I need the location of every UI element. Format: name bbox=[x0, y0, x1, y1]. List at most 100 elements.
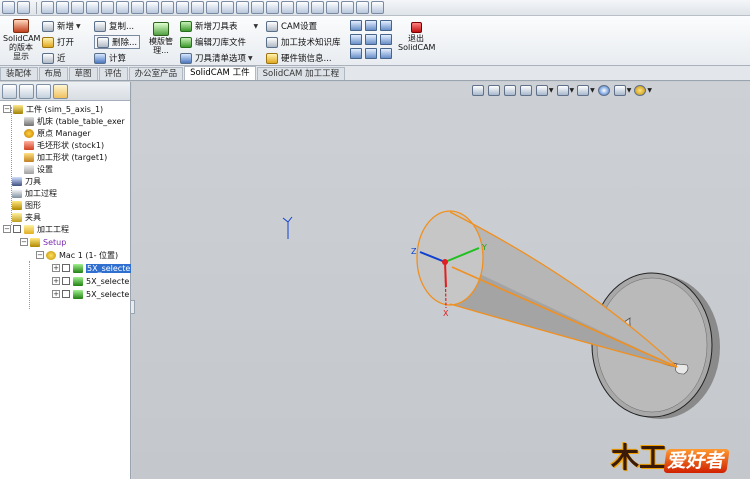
view-icon-6[interactable] bbox=[380, 34, 392, 45]
sketch-icon[interactable] bbox=[17, 1, 30, 14]
view-icon-4[interactable] bbox=[350, 34, 362, 45]
tree-node-origin[interactable]: 原点 Manager bbox=[24, 127, 91, 139]
expand-icon[interactable]: + bbox=[52, 290, 60, 298]
tab-office-products[interactable]: 办公室产品 bbox=[128, 67, 184, 80]
hardware-lock-button[interactable]: 硬件锁信息... bbox=[266, 52, 332, 64]
checkbox[interactable] bbox=[62, 290, 70, 298]
template-label-2: 理... bbox=[153, 46, 169, 55]
view-icon-1[interactable] bbox=[350, 20, 362, 31]
solidcam-icon bbox=[13, 19, 29, 33]
view-icon-2[interactable] bbox=[365, 20, 377, 31]
tool-list-options-button[interactable]: 刀具清单选项 ▼ bbox=[180, 52, 253, 64]
tree-node-machine[interactable]: 机床 (table_table_exer bbox=[24, 115, 125, 127]
tree-node-op-2[interactable]: + 5X_selecte bbox=[52, 275, 129, 287]
tool-icon-21[interactable] bbox=[341, 1, 354, 14]
tab-layout[interactable]: 布局 bbox=[38, 67, 68, 80]
tool-icon-20[interactable] bbox=[326, 1, 339, 14]
tool-icon-5[interactable] bbox=[101, 1, 114, 14]
tab-evaluate[interactable]: 评估 bbox=[98, 67, 128, 80]
feature-tree-icon[interactable] bbox=[2, 83, 17, 99]
view-icon-3[interactable] bbox=[380, 20, 392, 31]
tab-solidcam-operations[interactable]: SolidCAM 加工工程 bbox=[256, 67, 346, 80]
view-icon-5[interactable] bbox=[365, 34, 377, 45]
config-icon[interactable] bbox=[36, 83, 51, 99]
cam-settings-button[interactable]: CAM设置 bbox=[266, 20, 317, 32]
tool-icon-4[interactable] bbox=[86, 1, 99, 14]
tree-node-fixture[interactable]: 夹具 bbox=[12, 211, 41, 223]
new-tool-table-button[interactable]: 新增刀具表 ▼ bbox=[180, 20, 258, 32]
tool-icon-16[interactable] bbox=[266, 1, 279, 14]
tree-node-operations[interactable]: − 加工工程 bbox=[3, 223, 69, 235]
tool-icon-15[interactable] bbox=[251, 1, 264, 14]
tool-icon-22[interactable] bbox=[356, 1, 369, 14]
collapse-icon[interactable]: − bbox=[20, 238, 28, 246]
tool-icon-1[interactable] bbox=[41, 1, 54, 14]
recent-label: 近 bbox=[57, 54, 66, 64]
tool-icon-23[interactable] bbox=[371, 1, 384, 14]
display-version-button[interactable]: SolidCAM 的版本 显示 bbox=[3, 19, 40, 61]
tool-icon-11[interactable] bbox=[191, 1, 204, 14]
tree-node-target[interactable]: 加工形状 (target1) bbox=[24, 151, 107, 163]
logo-text: 爱好者 bbox=[663, 449, 730, 473]
copy-button[interactable]: 复制... bbox=[94, 20, 134, 32]
view-icon-7[interactable] bbox=[350, 48, 362, 59]
view-icon-9[interactable] bbox=[380, 48, 392, 59]
tool-icon-9[interactable] bbox=[161, 1, 174, 14]
graphics-viewport[interactable]: ▼ ▼ ▼ ▼ ▼ Y Z X 木工 爱好者 bbox=[132, 82, 750, 479]
expand-icon[interactable]: + bbox=[52, 277, 60, 285]
tree-node-process[interactable]: 加工过程 bbox=[12, 187, 57, 199]
tool-icon-3[interactable] bbox=[71, 1, 84, 14]
solidcam-tree-icon[interactable] bbox=[53, 83, 68, 99]
panel-splitter-handle[interactable] bbox=[130, 300, 135, 314]
tree-node-settings[interactable]: 设置 bbox=[24, 163, 53, 175]
tool-icon-13[interactable] bbox=[221, 1, 234, 14]
recent-icon bbox=[42, 52, 54, 64]
new-button[interactable]: 新增 ▼ bbox=[42, 20, 81, 32]
view-icon-8[interactable] bbox=[365, 48, 377, 59]
edit-tool-file-button[interactable]: 编辑刀库文件 bbox=[180, 36, 246, 48]
tree-label: 5X_selecte bbox=[86, 263, 132, 273]
tree-node-tools[interactable]: 刀具 bbox=[12, 175, 41, 187]
tool-icon-17[interactable] bbox=[281, 1, 294, 14]
checkbox[interactable] bbox=[62, 277, 70, 285]
collapse-icon[interactable]: − bbox=[36, 251, 44, 259]
property-icon[interactable] bbox=[19, 83, 34, 99]
tool-icon-6[interactable] bbox=[116, 1, 129, 14]
checkbox[interactable] bbox=[62, 264, 70, 272]
pencil-icon[interactable] bbox=[2, 1, 15, 14]
collapse-icon[interactable]: − bbox=[3, 105, 11, 113]
tab-solidcam-part[interactable]: SolidCAM 工件 bbox=[184, 66, 256, 80]
calculator-icon bbox=[94, 52, 106, 64]
calculate-button[interactable]: 计算 bbox=[94, 52, 126, 64]
open-button[interactable]: 打开 bbox=[42, 36, 74, 48]
tree-node-stock[interactable]: 毛坯形状 (stock1) bbox=[24, 139, 104, 151]
folder-open-icon bbox=[42, 36, 54, 48]
tool-icon-8[interactable] bbox=[146, 1, 159, 14]
delete-button[interactable]: 删除... bbox=[94, 35, 141, 49]
tree-node-op-1[interactable]: + 5X_selecte bbox=[52, 262, 132, 274]
tree-node-setup[interactable]: − Setup bbox=[20, 236, 66, 248]
geometry-icon bbox=[12, 200, 22, 210]
tool-library-icon bbox=[180, 36, 192, 48]
tree-node-op-3[interactable]: + 5X_selecte bbox=[52, 288, 129, 300]
template-manager-button[interactable]: 模版管 理... bbox=[144, 22, 178, 55]
tool-icon-10[interactable] bbox=[176, 1, 189, 14]
part-icon bbox=[13, 104, 23, 114]
recent-button[interactable]: 近 bbox=[42, 52, 66, 64]
tool-icon-18[interactable] bbox=[296, 1, 309, 14]
exit-solidcam-button[interactable]: 退出 SolidCAM bbox=[398, 22, 435, 52]
tree-node-geometry[interactable]: 图形 bbox=[12, 199, 41, 211]
tool-icon-14[interactable] bbox=[236, 1, 249, 14]
machining-knowledge-button[interactable]: 加工技术知识库 bbox=[266, 36, 341, 48]
collapse-icon[interactable]: − bbox=[3, 225, 11, 233]
tree-node-mac[interactable]: − Mac 1 (1- 位置) bbox=[36, 249, 118, 261]
tree-node-part[interactable]: − 工件 (sim_5_axis_1) bbox=[3, 103, 103, 115]
tool-icon-19[interactable] bbox=[311, 1, 324, 14]
tool-icon-2[interactable] bbox=[56, 1, 69, 14]
tab-sketch[interactable]: 草图 bbox=[68, 67, 98, 80]
checkbox[interactable] bbox=[13, 225, 21, 233]
tab-assembly[interactable]: 装配体 bbox=[0, 67, 38, 80]
tool-icon-7[interactable] bbox=[131, 1, 144, 14]
expand-icon[interactable]: + bbox=[52, 264, 60, 272]
tool-icon-12[interactable] bbox=[206, 1, 219, 14]
